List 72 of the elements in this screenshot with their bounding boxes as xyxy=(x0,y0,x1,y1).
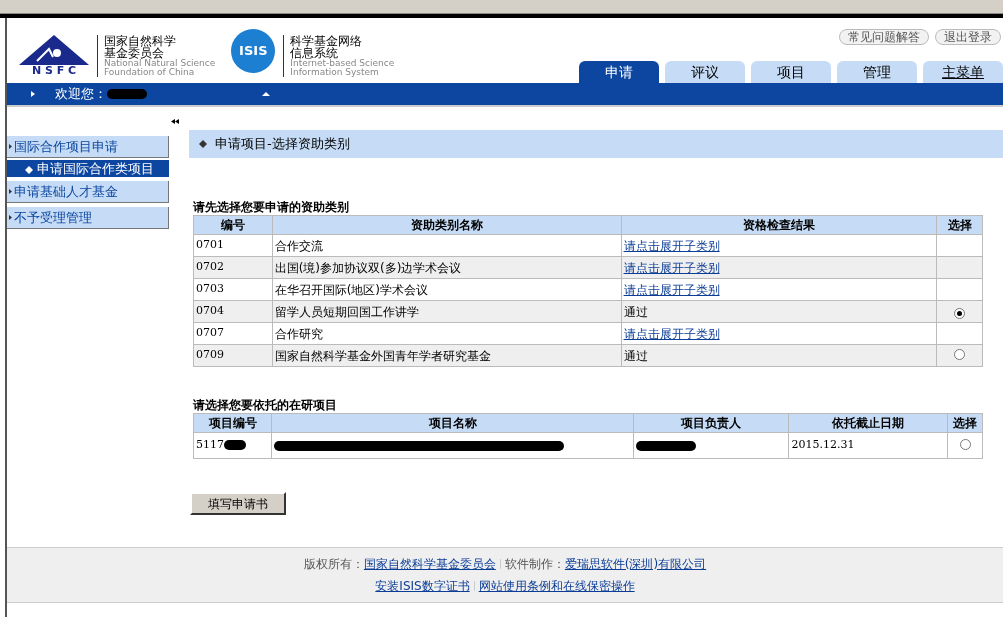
table-cell: 0707 xyxy=(193,322,273,345)
table-cell: 通过 xyxy=(621,344,937,367)
org-name: 国家自然科学 xyxy=(104,35,177,47)
nav-tab[interactable]: 项目 xyxy=(751,61,831,83)
footer-link[interactable]: 安装ISIS数字证书 xyxy=(375,577,470,595)
column-header: 项目编号 xyxy=(193,413,272,433)
sidebar-subitem-label: 申请国际合作类项目 xyxy=(37,161,154,176)
header-button[interactable]: 常见问题解答 xyxy=(839,29,929,45)
org-name-english: Foundation of China xyxy=(104,68,196,77)
system-name-english: Internet-based Science xyxy=(290,59,395,68)
footer-label: 软件制作： xyxy=(504,556,565,573)
table-cell: 在华召开国际(地区)学术会议 xyxy=(272,278,622,301)
column-header: 依托截止日期 xyxy=(788,413,948,433)
table-cell: 0702 xyxy=(193,256,273,279)
collapse-sidebar-icon[interactable] xyxy=(171,119,179,124)
diamond-icon xyxy=(199,140,207,148)
diamond-icon xyxy=(25,165,33,174)
section-heading: 请选择您要依托的在研项目 xyxy=(193,398,338,413)
table-cell: 5117 xyxy=(196,438,224,452)
sidebar-item[interactable]: 申请基础人才基金 xyxy=(7,181,169,203)
table-cell: 2015.12.31 xyxy=(788,432,948,459)
bullet-icon xyxy=(9,144,12,149)
nav-tab[interactable]: 评议 xyxy=(665,61,745,83)
logo-letters: N S F C xyxy=(31,65,77,77)
sidebar-item[interactable]: 国际合作项目申请 xyxy=(7,136,169,158)
redaction-scribble xyxy=(107,89,147,99)
column-header: 选择 xyxy=(947,413,983,433)
table-cell: 0709 xyxy=(193,344,273,367)
table-cell: 0704 xyxy=(193,300,273,323)
table-cell: 合作交流 xyxy=(272,234,622,257)
collapse-arrow-icon xyxy=(262,92,270,96)
footer-link[interactable]: 国家自然科学基金委员会 xyxy=(363,555,496,573)
radio-button[interactable] xyxy=(959,438,971,450)
sidebar-item[interactable]: 不予受理管理 xyxy=(7,207,169,229)
table-cell: 通过 xyxy=(621,300,937,323)
bullet-icon xyxy=(9,215,12,220)
table-cell: 0701 xyxy=(193,234,273,257)
page-title: 申请项目-选择资助类别 xyxy=(215,135,350,154)
header-button[interactable]: 退出登录 xyxy=(935,29,1001,45)
column-header: 选择 xyxy=(936,215,983,235)
table-cell: 合作研究 xyxy=(272,322,622,345)
column-header: 资助类别名称 xyxy=(272,215,622,235)
table-cell: 出国(境)参加协议双(多)边学术会议 xyxy=(272,256,622,279)
column-header: 资格检查结果 xyxy=(621,215,937,235)
section-heading: 请先选择您要申请的资助类别 xyxy=(193,200,350,215)
fill-application-button[interactable]: 填写申请书 xyxy=(190,492,286,515)
table-cell: 留学人员短期回国工作讲学 xyxy=(272,300,622,323)
redaction-scribble xyxy=(224,440,246,451)
column-header: 编号 xyxy=(193,215,273,235)
isis-logo: ISIS xyxy=(231,29,276,73)
bullet-icon xyxy=(9,189,12,194)
table-cell: 国家自然科学基金外国青年学者研究基金 xyxy=(272,344,622,367)
footer-link[interactable]: 爱瑞思软件(深圳)有限公司 xyxy=(564,555,707,573)
radio-button[interactable] xyxy=(954,307,966,319)
nav-tab[interactable]: 申请 xyxy=(579,61,659,83)
nav-tab[interactable]: 管理 xyxy=(837,61,917,83)
system-name-english: Information System xyxy=(290,68,380,77)
org-name: 基金委员会 xyxy=(104,47,164,59)
nav-tab[interactable]: 主菜单 xyxy=(923,61,1003,83)
footer-label: 版权所有： xyxy=(303,556,364,573)
radio-button[interactable] xyxy=(954,348,966,360)
table-cell: 0703 xyxy=(193,278,273,301)
org-name-english: National Natural Science xyxy=(104,59,216,68)
footer-link[interactable]: 网站使用条例和在线保密操作 xyxy=(478,577,635,595)
sidebar-subitem[interactable]: 申请国际合作类项目 xyxy=(7,160,169,177)
redaction-scribble xyxy=(635,441,696,451)
welcome-text: 欢迎您： xyxy=(55,85,107,104)
column-header: 项目名称 xyxy=(271,413,634,433)
column-header: 项目负责人 xyxy=(633,413,789,433)
system-name: 科学基金网络 xyxy=(290,35,364,47)
caret-icon xyxy=(31,91,35,97)
system-name: 信息系统 xyxy=(290,47,339,59)
